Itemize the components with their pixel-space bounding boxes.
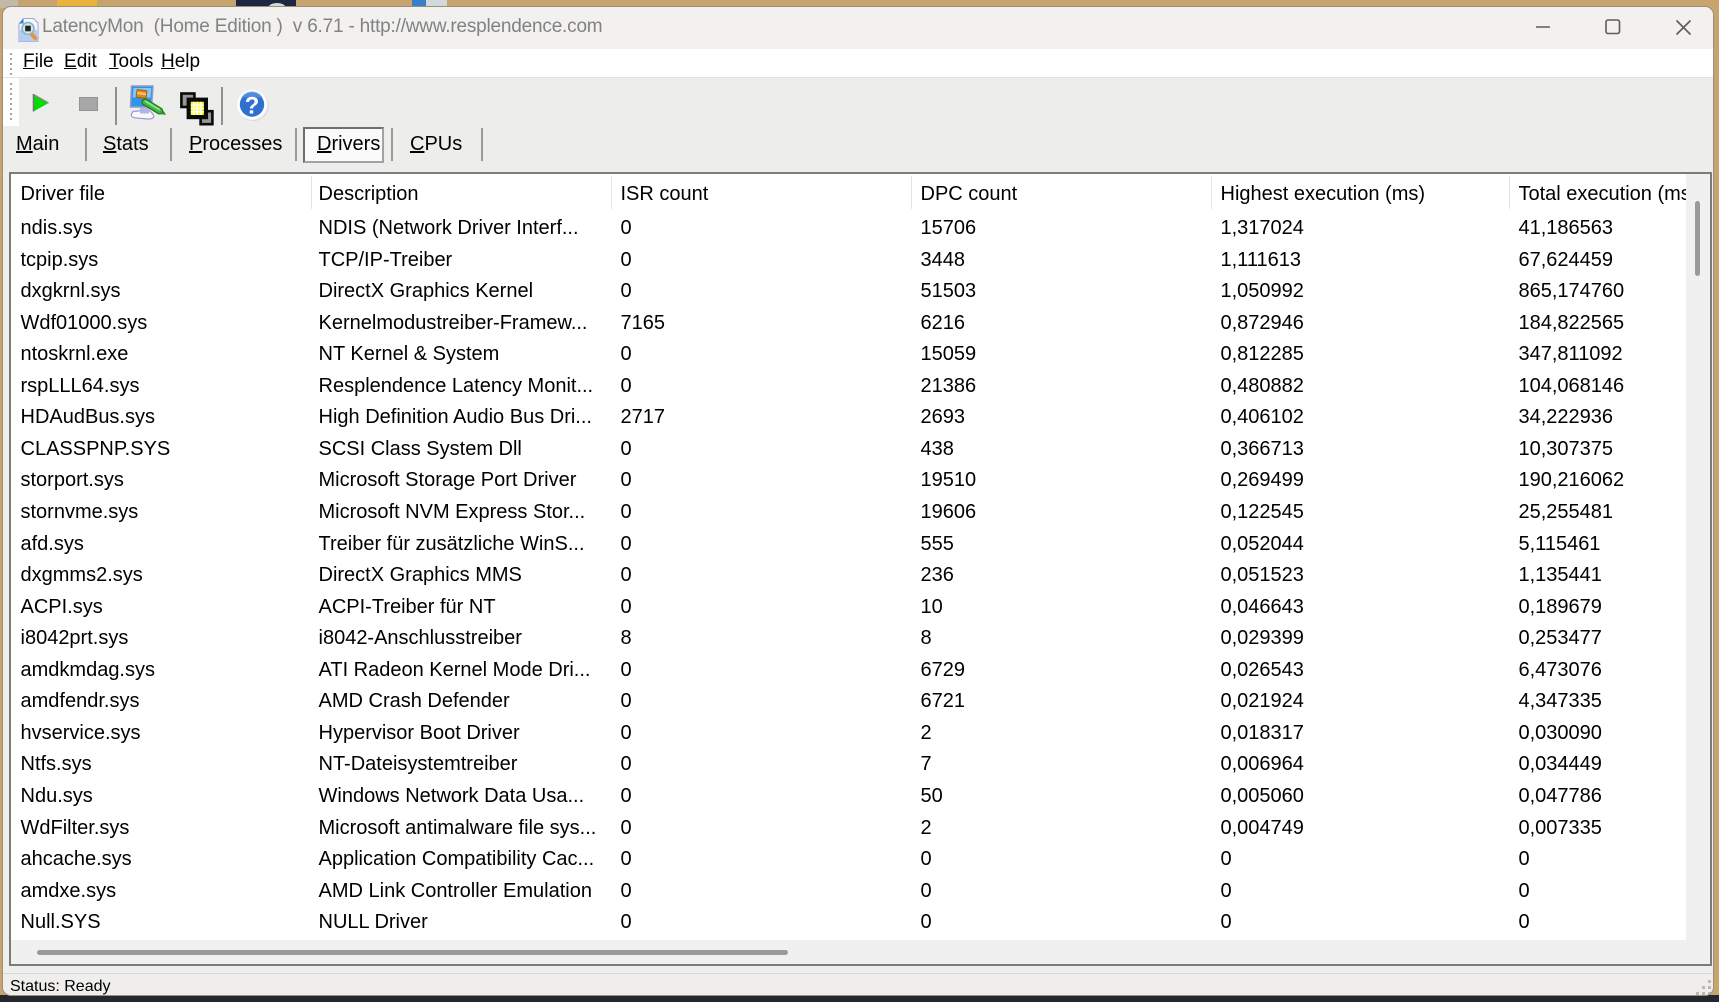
svg-text:?: ? [245,93,260,120]
